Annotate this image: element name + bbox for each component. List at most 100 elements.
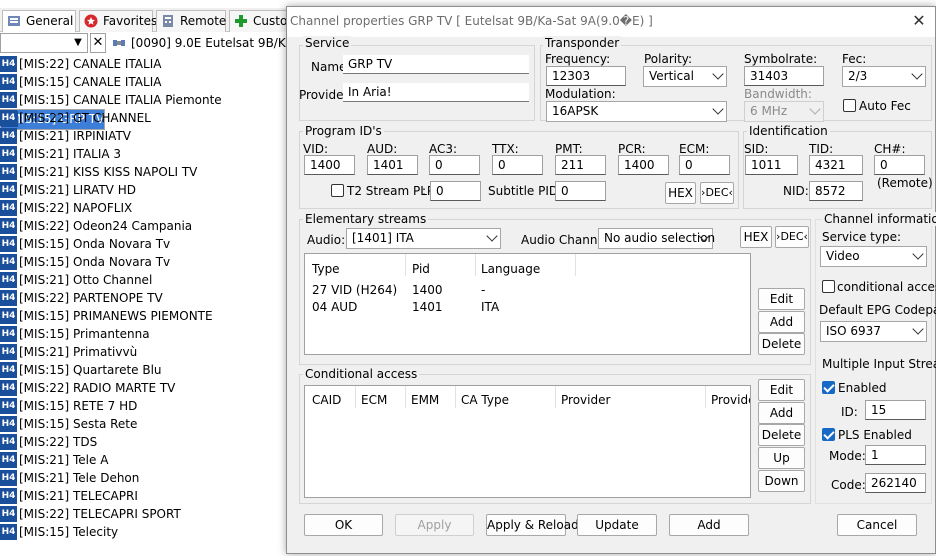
channel-list-item[interactable]: H4 [MIS:15] Onda Novara Tv — [0, 235, 300, 253]
pcr-field[interactable]: 1400 — [618, 155, 669, 175]
add-button[interactable]: Add — [669, 514, 749, 536]
service-type-select[interactable]: Video — [820, 246, 927, 267]
channel-list-item[interactable]: H4 [MIS:22] GT CHANNEL — [0, 109, 300, 127]
elementary-streams-list[interactable]: Type Pid Language 27 VID (H264) 1400 - 0… — [304, 253, 751, 355]
ca-up-button[interactable]: Up — [758, 447, 805, 469]
aud-field[interactable]: 1401 — [367, 155, 418, 175]
audio-dec-button[interactable]: ›DEC‹ — [775, 226, 809, 248]
channel-list-item[interactable]: H4 [MIS:15] CANALE ITALIA Piemonte — [0, 91, 300, 109]
channel-list-item[interactable]: H4 [MIS:15] CANALE ITALIA — [0, 73, 300, 91]
conditional-access-checkbox[interactable] — [822, 280, 835, 293]
col-language[interactable]: Language — [481, 262, 540, 276]
channel-list-item[interactable]: H4 [MIS:15] RETE 7 HD — [0, 397, 300, 415]
pmt-field[interactable]: 211 — [555, 155, 606, 175]
modulation-select[interactable]: 16APSK — [546, 101, 727, 122]
clear-filter-button[interactable]: ✕ — [90, 33, 106, 53]
channel-list-item[interactable]: H4 [MIS:22] TELECAPRI SPORT — [0, 505, 300, 523]
col-caid[interactable]: CAID — [312, 393, 341, 407]
autofec-checkbox[interactable] — [843, 99, 856, 112]
channel-list-item[interactable]: H4 [MIS:15] Quartarete Blu — [0, 361, 300, 379]
audio-channel-select[interactable]: No audio selection — [598, 228, 715, 249]
channel-list-item[interactable]: H4 [MIS:21] Tele Dehon — [0, 469, 300, 487]
audio-hex-button[interactable]: HEX — [740, 226, 772, 248]
channel-list-item[interactable]: H4 [MIS:21] TELECAPRI — [0, 487, 300, 505]
apply-reload-button[interactable]: Apply & Reload — [486, 514, 579, 536]
channel-list-item[interactable]: H4 [MIS:22] TDS — [0, 433, 300, 451]
hex-button[interactable]: HEX — [665, 182, 696, 204]
col-ca-type[interactable]: CA Type — [461, 393, 509, 407]
channel-list-item[interactable]: H4 [MIS:22] NAPOFLIX — [0, 199, 300, 217]
col-type[interactable]: Type — [312, 262, 340, 276]
ca-add-button[interactable]: Add — [758, 402, 805, 424]
channel-list-item[interactable]: H4 [MIS:22] PARTENOPE TV — [0, 289, 300, 307]
channel-list-item[interactable]: H4 [MIS:15] Primantenna — [0, 325, 300, 343]
stream-delete-button[interactable]: Delete — [758, 333, 805, 355]
subtitle-pid-field[interactable]: 0 — [555, 181, 606, 201]
channel-list-item[interactable]: H4 [MIS:21] LIRATV HD — [0, 181, 300, 199]
bandwidth-label: Bandwidth: — [744, 87, 812, 101]
col-provider-2[interactable]: Provider — [711, 393, 750, 407]
channel-list-item[interactable]: H4 [MIS:21] IRPINIATV — [0, 127, 300, 145]
t2-stream-plp-checkbox[interactable] — [331, 184, 344, 197]
channel-list-item[interactable]: H4 [MIS:22] Odeon24 Campania — [0, 217, 300, 235]
tab-remote[interactable]: Remote — [156, 10, 226, 32]
stream-edit-button[interactable]: Edit — [758, 288, 805, 310]
tab-general[interactable]: General — [2, 10, 76, 32]
apply-button[interactable]: Apply — [395, 514, 474, 536]
provider-field[interactable]: In Aria! — [343, 83, 529, 102]
stream-add-button[interactable]: Add — [758, 311, 805, 333]
channel-list-item[interactable]: H4 [MIS:21] ITALIA 3 — [0, 145, 300, 163]
channel-list-item[interactable]: H4 [MIS:21] Primativvù — [0, 343, 300, 361]
pls-code-field[interactable]: 262140 — [865, 473, 926, 493]
cancel-button[interactable]: Cancel — [837, 514, 917, 536]
vid-field[interactable]: 1400 — [304, 155, 355, 175]
ttx-field[interactable]: 0 — [492, 155, 543, 175]
pls-mode-field[interactable]: 1 — [865, 445, 926, 465]
channel-list-item[interactable]: H4 [MIS:22] RADIO MARTE TV — [0, 379, 300, 397]
audio-select[interactable]: [1401] ITA — [346, 228, 501, 249]
dec-button[interactable]: ›DEC‹ — [700, 182, 734, 204]
nid-field[interactable]: 8572 — [809, 181, 863, 201]
ac3-field[interactable]: 0 — [429, 155, 480, 175]
mis-id-field[interactable]: 15 — [865, 400, 926, 420]
channel-list[interactable]: H4 [MIS:22] CANALE ITALIA H4 [MIS:15] CANAL… — [0, 55, 300, 556]
ecm-field[interactable]: 0 — [679, 155, 730, 175]
ch-field[interactable]: 0 — [874, 155, 925, 175]
polarity-select[interactable]: Vertical — [643, 66, 727, 87]
tid-field[interactable]: 4321 — [809, 155, 863, 175]
col-pid[interactable]: Pid — [412, 262, 430, 276]
ca-delete-button[interactable]: Delete — [758, 424, 805, 446]
channel-list-item[interactable]: H4 [MIS:21] KISS KISS NAPOLI TV — [0, 163, 300, 181]
bandwidth-select[interactable]: 6 MHz — [744, 101, 824, 122]
epg-codepage-select[interactable]: ISO 6937 — [820, 321, 927, 342]
col-ecm[interactable]: ECM — [361, 393, 387, 407]
channel-list-item[interactable]: H4 [MIS:15] Telecity — [0, 523, 300, 541]
satellite-filter-combo[interactable]: ▼ — [0, 33, 88, 53]
close-icon[interactable]: ✕ — [909, 11, 929, 31]
modulation-label: Modulation: — [545, 87, 616, 101]
col-emm[interactable]: EMM — [411, 393, 439, 407]
ok-button[interactable]: OK — [304, 514, 383, 536]
name-field[interactable]: GRP TV — [343, 55, 529, 74]
pls-enabled-checkbox[interactable] — [822, 428, 835, 441]
ca-down-button[interactable]: Down — [758, 470, 805, 492]
t2-plp-field[interactable]: 0 — [430, 181, 481, 201]
channel-list-item[interactable]: H4 [MIS:21] Tele A — [0, 451, 300, 469]
frequency-field[interactable]: 12303 — [546, 66, 626, 86]
mis-enabled-checkbox[interactable] — [822, 381, 835, 394]
channel-list-item[interactable]: H4 [MIS:22] CANALE ITALIA — [0, 55, 300, 73]
channel-list-item[interactable]: H4 [MIS:21] Otto Channel — [0, 271, 300, 289]
channel-list-item[interactable]: H4 [MIS:15] Sesta Rete — [0, 415, 300, 433]
col-provider[interactable]: Provider — [561, 393, 610, 407]
fec-select[interactable]: 2/3 — [842, 66, 926, 87]
update-button[interactable]: Update — [577, 514, 657, 536]
tab-favorites[interactable]: Favorites — [79, 10, 157, 32]
ca-edit-button[interactable]: Edit — [758, 379, 805, 401]
hd-badge-icon: H4 — [0, 254, 17, 270]
channel-list-item[interactable]: H4 [MIS:15] Onda Novara Tv — [0, 253, 300, 271]
channel-list-item[interactable]: H4 [MIS:15] PRIMANEWS PIEMONTE — [0, 307, 300, 325]
cell-type: 27 VID (H264) — [312, 283, 398, 297]
sid-field[interactable]: 1011 — [745, 155, 798, 175]
symbolrate-field[interactable]: 31403 — [744, 66, 824, 86]
conditional-access-list[interactable]: CAID ECM EMM CA Type Provider Provider — [304, 385, 751, 498]
